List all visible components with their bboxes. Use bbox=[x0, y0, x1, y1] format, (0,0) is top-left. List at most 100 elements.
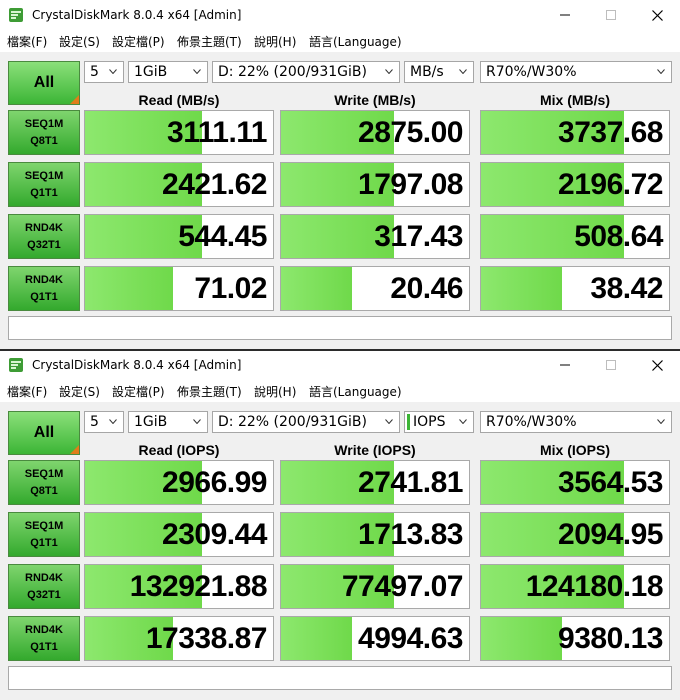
read-result-cell: 2309.44 bbox=[84, 512, 274, 557]
app-window-2: CrystalDiskMark 8.0.4 x64 [Admin] 檔案(F) … bbox=[0, 350, 680, 700]
mix-value: 508.64 bbox=[574, 220, 663, 253]
test-button[interactable]: SEQ1M Q1T1 bbox=[8, 512, 80, 557]
minimize-icon bbox=[560, 14, 570, 16]
unit-value: MB/s bbox=[410, 64, 444, 80]
chevron-down-icon bbox=[109, 419, 117, 424]
mix-ratio-value: R70%/W30% bbox=[486, 414, 577, 430]
test-size-select[interactable]: 1GiB bbox=[128, 61, 208, 83]
corner-triangle-icon bbox=[70, 95, 79, 104]
drive-select[interactable]: D: 22% (200/931GiB) bbox=[212, 411, 400, 433]
read-result-cell: 132921.88 bbox=[84, 564, 274, 609]
unit-select[interactable]: MB/s bbox=[404, 61, 474, 83]
test-name: RND4K bbox=[25, 221, 63, 234]
minimize-icon bbox=[560, 364, 570, 366]
test-name: RND4K bbox=[25, 623, 63, 636]
write-value: 4994.63 bbox=[358, 622, 463, 655]
close-button[interactable] bbox=[634, 0, 680, 30]
test-count-select[interactable]: 5 bbox=[84, 61, 124, 83]
test-button[interactable]: RND4K Q1T1 bbox=[8, 266, 80, 311]
minimize-button[interactable] bbox=[542, 350, 588, 380]
menu-language[interactable]: 語言(Language) bbox=[309, 383, 402, 400]
chevron-down-icon bbox=[657, 419, 665, 424]
chevron-down-icon bbox=[193, 419, 201, 424]
write-value: 1713.83 bbox=[358, 518, 463, 551]
menu-help[interactable]: 說明(H) bbox=[254, 33, 296, 50]
test-button[interactable]: SEQ1M Q1T1 bbox=[8, 162, 80, 207]
mix-header: Mix (MB/s) bbox=[540, 92, 610, 108]
test-button[interactable]: SEQ1M Q8T1 bbox=[8, 460, 80, 505]
menu-theme[interactable]: 佈景主題(T) bbox=[177, 383, 242, 400]
write-value: 77497.07 bbox=[341, 570, 464, 603]
write-result-cell: 4994.63 bbox=[280, 616, 470, 661]
title-bar[interactable]: CrystalDiskMark 8.0.4 x64 [Admin] bbox=[0, 0, 680, 30]
read-result-cell: 544.45 bbox=[84, 214, 274, 259]
write-result-cell: 2875.00 bbox=[280, 110, 470, 155]
test-name: RND4K bbox=[25, 571, 63, 584]
chevron-down-icon bbox=[109, 69, 117, 74]
write-value: 317.43 bbox=[374, 220, 463, 253]
maximize-button[interactable] bbox=[588, 350, 634, 380]
menu-profile[interactable]: 設定檔(P) bbox=[112, 33, 165, 50]
read-result-cell: 3111.11 bbox=[84, 110, 274, 155]
mix-result-cell: 2196.72 bbox=[480, 162, 670, 207]
close-icon bbox=[651, 9, 663, 21]
read-result-cell: 17338.87 bbox=[84, 616, 274, 661]
write-result-cell: 1797.08 bbox=[280, 162, 470, 207]
write-value: 1797.08 bbox=[358, 168, 463, 201]
test-button[interactable]: SEQ1M Q8T1 bbox=[8, 110, 80, 155]
test-button[interactable]: RND4K Q1T1 bbox=[8, 616, 80, 661]
all-button[interactable]: All bbox=[8, 411, 80, 455]
mix-ratio-select[interactable]: R70%/W30% bbox=[480, 61, 672, 83]
read-bar bbox=[85, 267, 174, 310]
title-bar[interactable]: CrystalDiskMark 8.0.4 x64 [Admin] bbox=[0, 350, 680, 380]
mix-bar bbox=[481, 617, 562, 660]
menu-language[interactable]: 語言(Language) bbox=[309, 33, 402, 50]
mix-value: 38.42 bbox=[590, 272, 663, 305]
menu-file[interactable]: 檔案(F) bbox=[7, 33, 47, 50]
chevron-down-icon bbox=[657, 69, 665, 74]
read-result-cell: 2966.99 bbox=[84, 460, 274, 505]
menu-settings[interactable]: 設定(S) bbox=[59, 383, 100, 400]
test-queue: Q8T1 bbox=[30, 134, 58, 147]
minimize-button[interactable] bbox=[542, 0, 588, 30]
all-button[interactable]: All bbox=[8, 61, 80, 105]
chevron-down-icon bbox=[385, 69, 393, 74]
test-size-select[interactable]: 1GiB bbox=[128, 411, 208, 433]
mix-result-cell: 124180.18 bbox=[480, 564, 670, 609]
write-value: 20.46 bbox=[390, 272, 463, 305]
read-value: 2309.44 bbox=[162, 518, 267, 551]
chevron-down-icon bbox=[385, 419, 393, 424]
menu-theme[interactable]: 佈景主題(T) bbox=[177, 33, 242, 50]
read-result-cell: 2421.62 bbox=[84, 162, 274, 207]
chevron-down-icon bbox=[193, 69, 201, 74]
write-value: 2741.81 bbox=[358, 466, 463, 499]
window-title: CrystalDiskMark 8.0.4 x64 [Admin] bbox=[32, 358, 242, 372]
menu-settings[interactable]: 設定(S) bbox=[59, 33, 100, 50]
unit-select[interactable]: IOPS bbox=[404, 411, 474, 433]
mix-value: 2094.95 bbox=[558, 518, 663, 551]
test-name: SEQ1M bbox=[24, 169, 64, 182]
menu-help[interactable]: 說明(H) bbox=[254, 383, 296, 400]
drive-select[interactable]: D: 22% (200/931GiB) bbox=[212, 61, 400, 83]
app-icon bbox=[8, 357, 24, 373]
test-button[interactable]: RND4K Q32T1 bbox=[8, 214, 80, 259]
all-button-label: All bbox=[33, 424, 55, 441]
write-value: 2875.00 bbox=[358, 116, 463, 149]
write-result-cell: 77497.07 bbox=[280, 564, 470, 609]
menu-bar: 檔案(F) 設定(S) 設定檔(P) 佈景主題(T) 說明(H) 語言(Lang… bbox=[0, 380, 680, 400]
test-name: SEQ1M bbox=[24, 117, 64, 130]
status-bar bbox=[8, 666, 672, 690]
test-queue: Q32T1 bbox=[27, 588, 61, 601]
mix-header: Mix (IOPS) bbox=[539, 442, 610, 458]
close-button[interactable] bbox=[634, 350, 680, 380]
selection-marker bbox=[407, 414, 410, 430]
menu-profile[interactable]: 設定檔(P) bbox=[112, 383, 165, 400]
test-button[interactable]: RND4K Q32T1 bbox=[8, 564, 80, 609]
test-count-select[interactable]: 5 bbox=[84, 411, 124, 433]
mix-ratio-select[interactable]: R70%/W30% bbox=[480, 411, 672, 433]
test-queue: Q1T1 bbox=[30, 290, 58, 303]
mix-result-cell: 508.64 bbox=[480, 214, 670, 259]
menu-file[interactable]: 檔案(F) bbox=[7, 383, 47, 400]
test-queue: Q32T1 bbox=[27, 238, 61, 251]
maximize-button[interactable] bbox=[588, 0, 634, 30]
